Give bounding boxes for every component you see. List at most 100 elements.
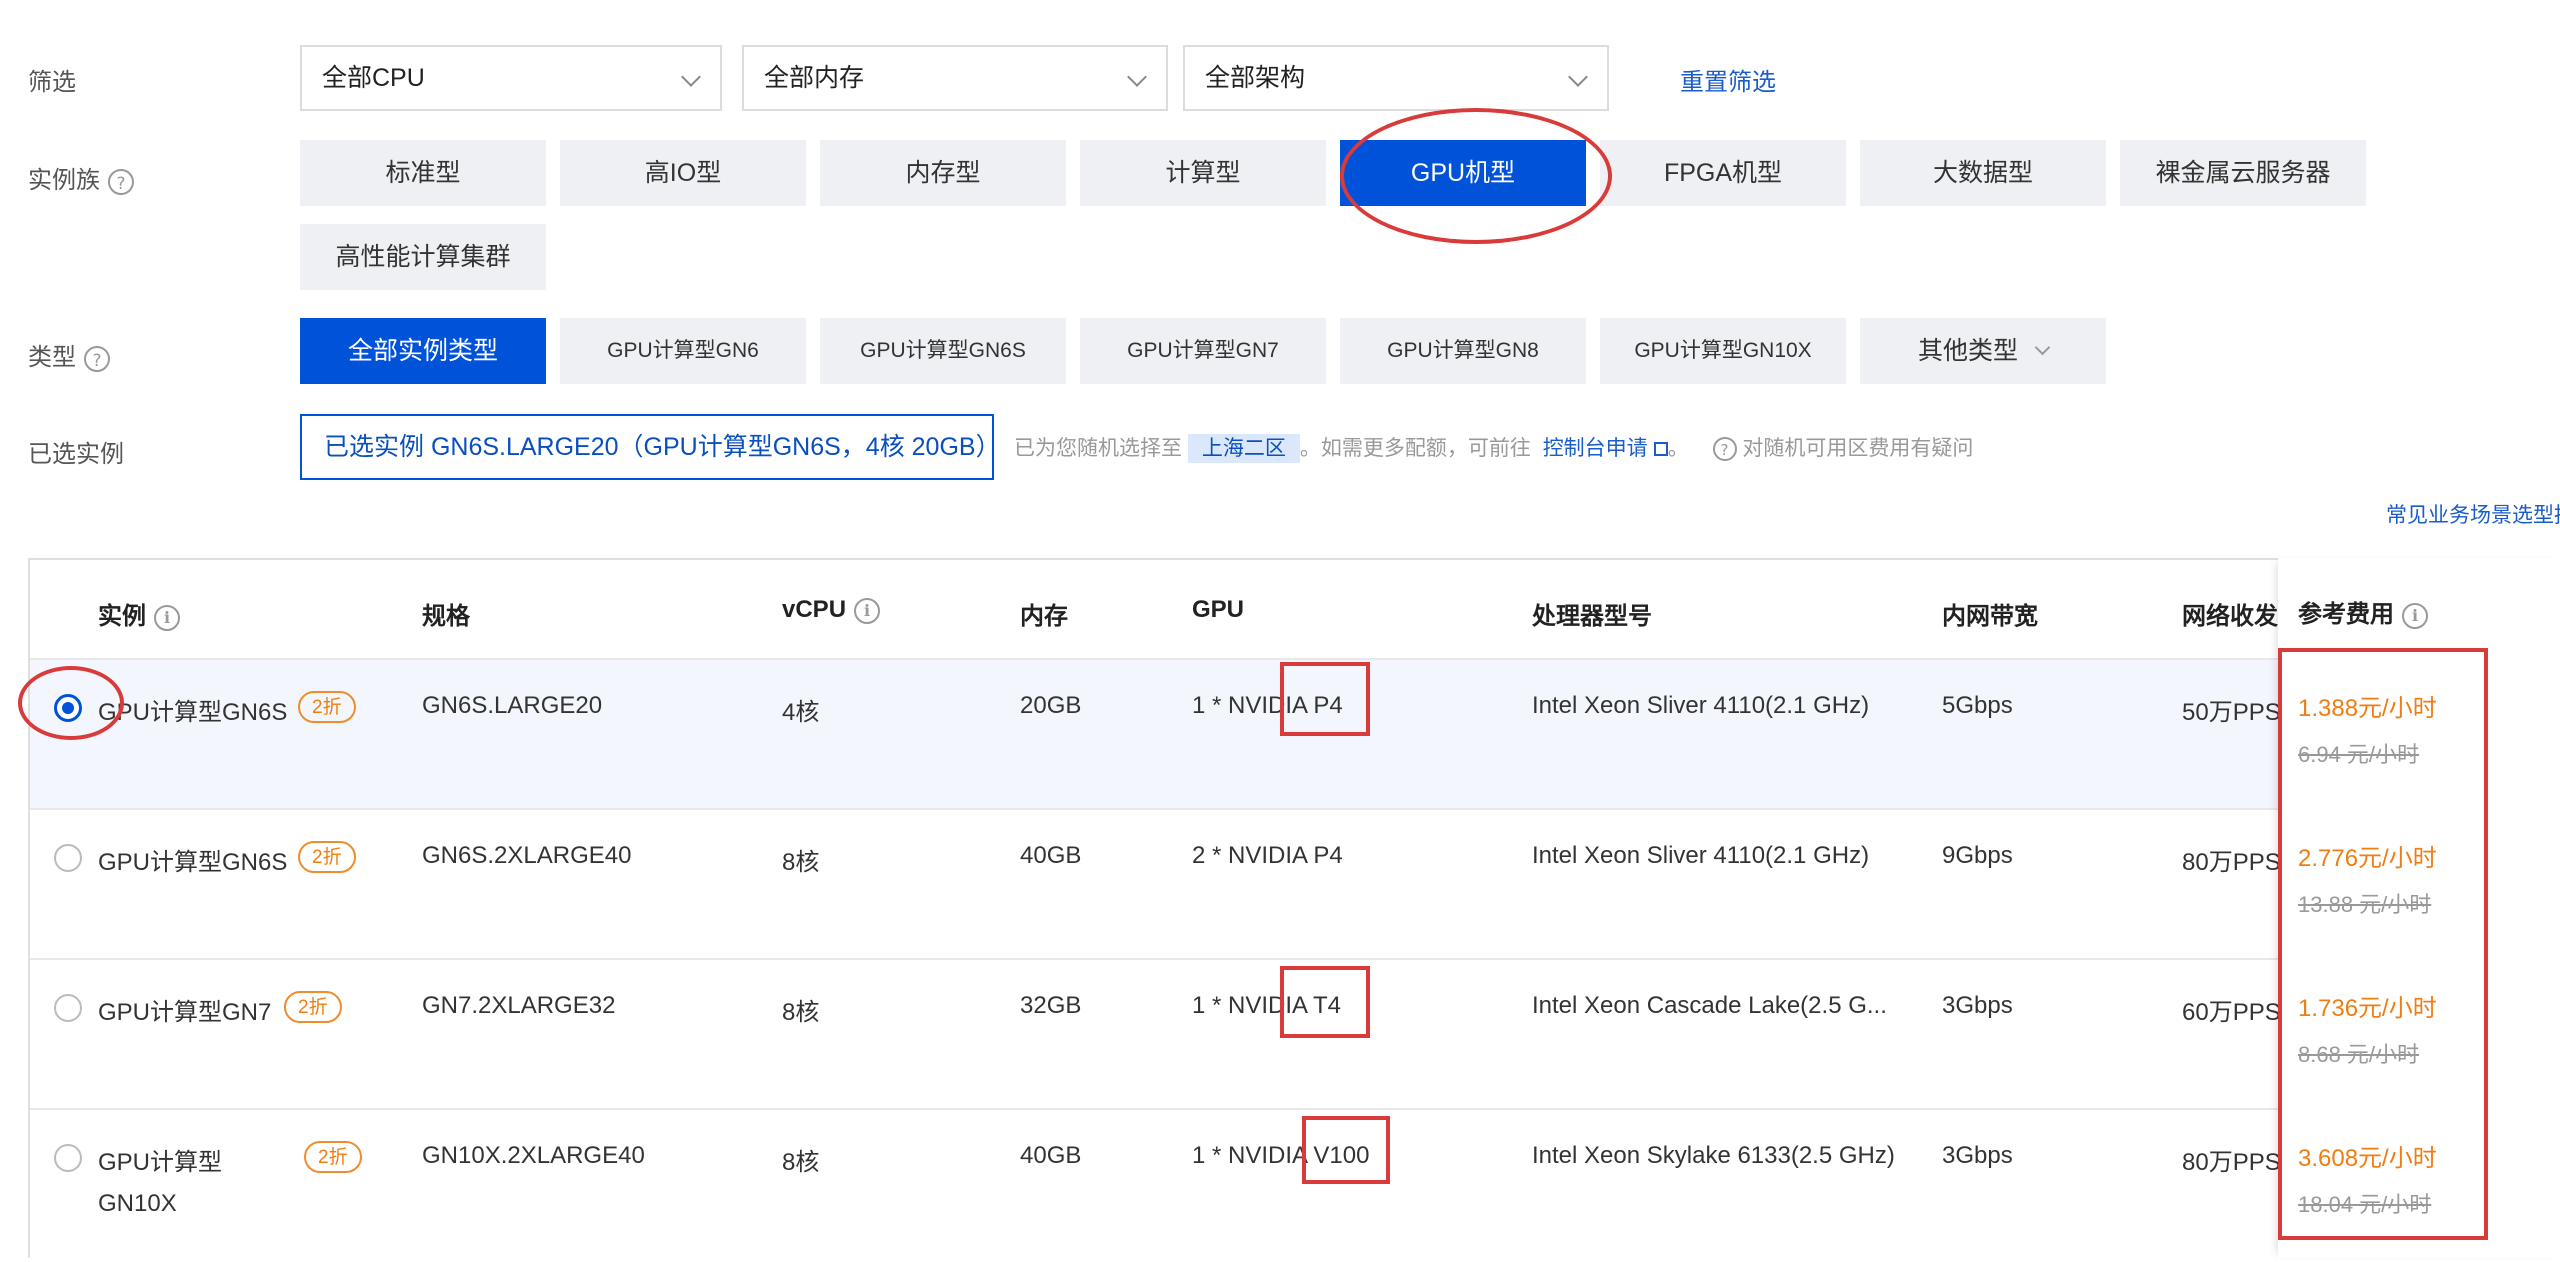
region-hint: 已为您随机选择至 上海二区 。如需更多配额，可前往 控制台申请。 ? 对随机可用区… [1014, 432, 1973, 463]
row-memory: 40GB [1020, 1142, 1082, 1169]
chevron-down-icon [2034, 339, 2051, 356]
row-bandwidth: 9Gbps [1942, 842, 2013, 869]
row-cpu-model: Intel Xeon Sliver 4110(2.1 GHz) [1532, 692, 1870, 719]
arch-filter-select[interactable]: 全部架构 [1183, 45, 1609, 111]
row-radio[interactable] [54, 1144, 82, 1172]
type-chip-all[interactable]: 全部实例类型 [300, 318, 546, 384]
row-vcpu: 4核 [782, 699, 820, 726]
row-spec: GN6S.2XLARGE40 [422, 842, 632, 869]
type-chip-gn6s[interactable]: GPU计算型GN6S [820, 318, 1066, 384]
row-memory: 20GB [1020, 692, 1082, 719]
row-bandwidth: 3Gbps [1942, 992, 2013, 1019]
type-chip-gn7[interactable]: GPU计算型GN7 [1080, 318, 1326, 384]
row-spec: GN7.2XLARGE32 [422, 992, 616, 1019]
row-memory: 40GB [1020, 842, 1082, 869]
cpu-filter-value: 全部CPU [322, 64, 425, 92]
annotation-box-prices [2278, 648, 2488, 1240]
reset-filters-link[interactable]: 重置筛选 [1680, 62, 1776, 97]
row-radio[interactable] [54, 994, 82, 1022]
row-bandwidth: 5Gbps [1942, 692, 2013, 719]
family-chip-bare-metal[interactable]: 裸金属云服务器 [2120, 140, 2366, 206]
annotation-circle-radio [18, 666, 124, 740]
chevron-down-icon [681, 67, 701, 87]
region-hint-prefix: 已为您随机选择至 [1014, 437, 1182, 460]
annotation-box-p4 [1280, 662, 1370, 736]
region-hint-end: 。 [1667, 437, 1689, 460]
row-vcpu: 8核 [782, 1149, 820, 1176]
arch-filter-value: 全部架构 [1205, 64, 1306, 92]
type-chip-gn8[interactable]: GPU计算型GN8 [1340, 318, 1586, 384]
discount-badge: 2折 [298, 691, 356, 723]
type-chip-gn6[interactable]: GPU计算型GN6 [560, 318, 806, 384]
scenario-recommend-link[interactable]: 常见业务场景选型推荐 [2386, 499, 2560, 529]
family-chip-memory[interactable]: 内存型 [820, 140, 1066, 206]
info-icon[interactable]: i [2402, 602, 2428, 629]
memory-filter-value: 全部内存 [764, 64, 865, 92]
family-label-wrap: 实例族? [28, 160, 134, 195]
row-spec: GN10X.2XLARGE40 [422, 1142, 645, 1169]
th-cpu-model: 处理器型号 [1532, 603, 1652, 630]
help-icon[interactable]: ? [108, 168, 134, 195]
th-gpu: GPU [1192, 596, 1245, 623]
th-instance: 实例 i [98, 596, 180, 631]
th-spec: 规格 [422, 603, 470, 630]
th-instance-label: 实例 [98, 603, 146, 630]
row-spec: GN6S.LARGE20 [422, 692, 603, 719]
console-apply-link[interactable]: 控制台申请 [1543, 437, 1668, 460]
region-hint-mid: 。如需更多配额，可前往 [1299, 437, 1531, 460]
annotation-box-v100 [1302, 1116, 1390, 1184]
type-chip-other-label: 其他类型 [1918, 337, 2019, 365]
info-icon[interactable]: i [854, 597, 881, 624]
family-chip-bigdata[interactable]: 大数据型 [1860, 140, 2106, 206]
row-cpu-model: Intel Xeon Sliver 4110(2.1 GHz) [1532, 842, 1870, 869]
row-vcpu: 8核 [782, 849, 820, 876]
table-row[interactable]: GPU计算型GN6S 2折 GN6S.2XLARGE40 8核 40GB 2 *… [30, 808, 2560, 960]
type-chip-other[interactable]: 其他类型 [1860, 318, 2106, 384]
table-row[interactable]: GPU计算型 GN10X 2折 GN10X.2XLARGE40 8核 40GB … [30, 1108, 2560, 1262]
discount-badge: 2折 [284, 991, 342, 1023]
question-icon[interactable]: ? [1712, 437, 1737, 462]
row-cpu-model: Intel Xeon Skylake 6133(2.5 GHz) [1532, 1142, 1895, 1169]
row-cpu-model: Intel Xeon Cascade Lake(2.5 G... [1532, 992, 1887, 1019]
family-chip-standard[interactable]: 标准型 [300, 140, 546, 206]
th-bandwidth: 内网带宽 [1942, 603, 2038, 630]
external-link-icon [1653, 442, 1668, 456]
row-vcpu: 8核 [782, 999, 820, 1026]
memory-filter-select[interactable]: 全部内存 [742, 45, 1168, 111]
th-memory: 内存 [1020, 603, 1068, 630]
region-fee-question[interactable]: 对随机可用区费用有疑问 [1742, 437, 1973, 460]
region-tag: 上海二区 [1187, 434, 1300, 463]
help-icon[interactable]: ? [84, 345, 110, 372]
family-chip-compute[interactable]: 计算型 [1080, 140, 1326, 206]
discount-badge: 2折 [298, 841, 356, 873]
family-label: 实例族 [28, 167, 100, 194]
row-instance-name: GPU计算型GN6S [98, 849, 288, 876]
console-apply-label: 控制台申请 [1542, 437, 1648, 460]
th-price: 参考费用 i [2298, 594, 2428, 629]
th-vcpu: vCPU i [782, 596, 881, 624]
type-chip-gn10x[interactable]: GPU计算型GN10X [1600, 318, 1846, 384]
row-radio[interactable] [54, 844, 82, 872]
selected-label: 已选实例 [28, 441, 124, 468]
annotation-circle-gpu [1340, 108, 1612, 244]
family-chip-high-io[interactable]: 高IO型 [560, 140, 806, 206]
info-icon[interactable]: i [154, 604, 180, 631]
row-instance-name: GPU计算型GN7 [98, 999, 272, 1026]
row-instance-name: GPU计算型GN6S [98, 699, 288, 726]
th-vcpu-label: vCPU [782, 596, 847, 623]
row-instance-name: GPU计算型 [98, 1149, 223, 1176]
th-price-label: 参考费用 [2298, 601, 2394, 628]
row-bandwidth: 3Gbps [1942, 1142, 2013, 1169]
filter-label: 筛选 [28, 69, 76, 96]
family-chip-fpga[interactable]: FPGA机型 [1600, 140, 1846, 206]
cpu-filter-select[interactable]: 全部CPU [300, 45, 722, 111]
family-chip-hpc[interactable]: 高性能计算集群 [300, 224, 546, 290]
discount-badge: 2折 [304, 1141, 362, 1173]
annotation-box-t4 [1280, 966, 1370, 1038]
row-instance-name-line2: GN10X [98, 1190, 177, 1217]
type-label: 类型 [28, 344, 76, 371]
chevron-down-icon [1127, 67, 1147, 87]
row-memory: 32GB [1020, 992, 1082, 1019]
selected-instance-box: 已选实例 GN6S.LARGE20（GPU计算型GN6S，4核 20GB） [300, 414, 1001, 480]
row-gpu: 2 * NVIDIA P4 [1192, 842, 1343, 869]
